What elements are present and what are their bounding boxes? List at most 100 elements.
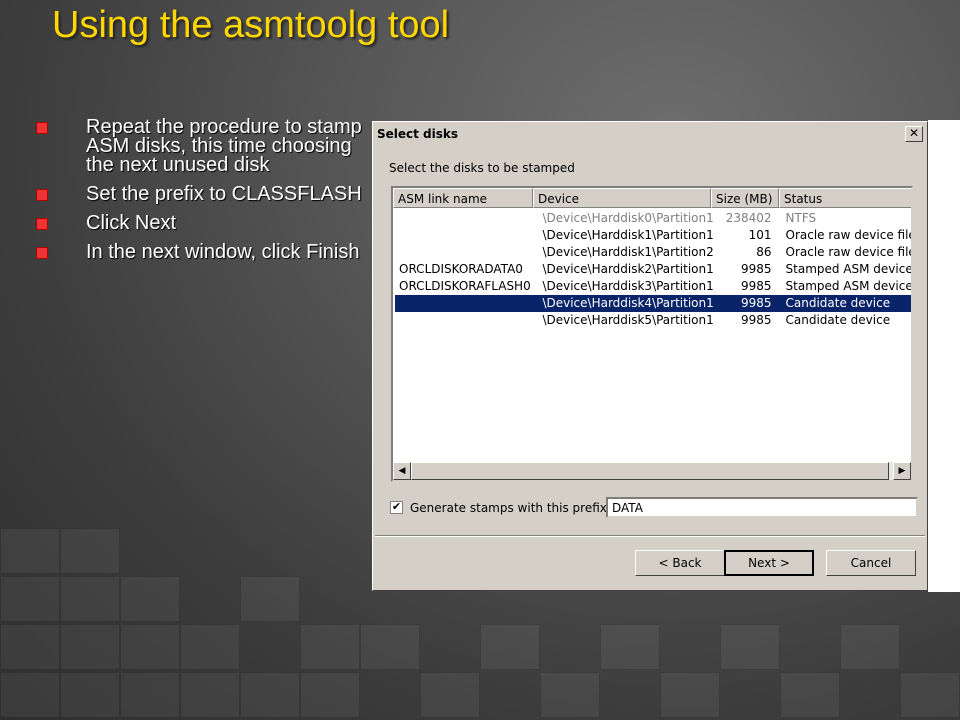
- horizontal-scrollbar[interactable]: ◀ ▶: [393, 462, 911, 480]
- bg-tile: [780, 672, 840, 718]
- bg-tile: [600, 624, 660, 670]
- column-header-asm-link-name[interactable]: ASM link name: [393, 188, 533, 208]
- bg-tile: [0, 528, 60, 574]
- checkmark-icon: ✔: [391, 500, 402, 513]
- separator: [375, 535, 925, 537]
- bg-tile: [300, 672, 360, 718]
- bg-tile: [60, 624, 120, 670]
- cell-device: \Device\Harddisk0\Partition1: [542, 211, 714, 225]
- screenshot-white-edge: [928, 120, 960, 592]
- generate-stamps-checkbox[interactable]: ✔: [390, 501, 403, 514]
- cell-asm: [395, 244, 538, 261]
- cell-asm: [395, 210, 538, 227]
- table-row[interactable]: \Device\Harddisk5\Partition1 9985 Candid…: [395, 312, 911, 329]
- bullet-text: Set the prefix to CLASSFLASH: [86, 183, 362, 205]
- cell-size: 9985: [740, 279, 772, 293]
- bullet-item: Click Next: [34, 212, 364, 234]
- bullet-text: In the next window, click Finish: [86, 241, 360, 263]
- bg-tile: [900, 672, 960, 718]
- table-row[interactable]: \Device\Harddisk1\Partition1 101 Oracle …: [395, 227, 911, 244]
- cell-device: \Device\Harddisk2\Partition1: [542, 262, 714, 276]
- scroll-right-button[interactable]: ▶: [893, 462, 911, 480]
- disk-list[interactable]: ASM link name Device Size (MB) Status \D…: [391, 186, 913, 482]
- bg-tile: [180, 624, 240, 670]
- bullet-square-icon: [36, 122, 48, 134]
- generate-stamps-label[interactable]: Generate stamps with this prefix: [410, 501, 607, 515]
- bg-tile: [240, 576, 300, 622]
- cell-status: NTFS: [785, 211, 817, 225]
- cell-status: Candidate device: [785, 296, 891, 310]
- bullet-square-icon: [36, 218, 48, 230]
- bg-tile: [60, 528, 120, 574]
- next-button[interactable]: Next >: [724, 550, 814, 576]
- cell-status: Oracle raw device file: [785, 228, 911, 242]
- bg-tile: [300, 624, 360, 670]
- cell-status: Stamped ASM device: [785, 279, 911, 293]
- cell-device: \Device\Harddisk1\Partition2: [542, 245, 714, 259]
- bullet-square-icon: [36, 247, 48, 259]
- cell-asm: [395, 227, 538, 244]
- bg-tile: [240, 672, 300, 718]
- cell-size: 9985: [740, 313, 772, 327]
- back-button[interactable]: < Back: [635, 550, 725, 576]
- column-header-size[interactable]: Size (MB): [711, 188, 779, 208]
- dialog-title: Select disks: [377, 127, 459, 141]
- arrow-left-icon: ◀: [398, 466, 406, 476]
- slide-title: Using the asmtoolg tool: [52, 4, 450, 46]
- table-row[interactable]: ORCLDISKORADATA0 \Device\Harddisk2\Parti…: [395, 261, 911, 278]
- cell-status: Oracle raw device file: [785, 245, 911, 259]
- bullet-text: Click Next: [86, 212, 177, 234]
- cell-asm: [395, 295, 538, 312]
- bg-tile: [120, 672, 180, 718]
- arrow-right-icon: ▶: [898, 466, 906, 476]
- column-header-status[interactable]: Status: [779, 188, 911, 208]
- list-header: ASM link name Device Size (MB) Status: [393, 188, 911, 208]
- cell-asm: [395, 312, 538, 329]
- table-row[interactable]: \Device\Harddisk0\Partition1 238402 NTFS: [395, 210, 911, 227]
- bg-tile: [720, 624, 780, 670]
- bg-tile: [0, 672, 60, 718]
- bg-tile: [0, 624, 60, 670]
- bg-tile: [120, 576, 180, 622]
- scrollbar-thumb[interactable]: [411, 462, 889, 480]
- scroll-left-button[interactable]: ◀: [393, 462, 411, 480]
- table-row[interactable]: \Device\Harddisk1\Partition2 86 Oracle r…: [395, 244, 911, 261]
- cell-device: \Device\Harddisk3\Partition1: [542, 279, 714, 293]
- bullet-list: Repeat the procedure to stamp ASM disks,…: [34, 117, 364, 272]
- bg-tile: [0, 576, 60, 622]
- cell-status: Candidate device: [785, 313, 891, 327]
- cell-size: 9985: [740, 262, 772, 276]
- table-row[interactable]: ORCLDISKORAFLASH0 \Device\Harddisk3\Part…: [395, 278, 911, 295]
- bg-tile: [360, 624, 420, 670]
- bg-tile: [60, 672, 120, 718]
- cell-asm: ORCLDISKORADATA0: [399, 262, 523, 276]
- column-header-device[interactable]: Device: [533, 188, 711, 208]
- bg-tile: [540, 672, 600, 718]
- cell-size: 238402: [725, 211, 772, 225]
- cell-device: \Device\Harddisk4\Partition1: [542, 296, 714, 310]
- bg-tile: [180, 672, 240, 718]
- bullet-item: Set the prefix to CLASSFLASH: [34, 183, 364, 205]
- bg-tile: [480, 624, 540, 670]
- cell-size: 101: [748, 228, 772, 242]
- cell-status: Stamped ASM device: [785, 262, 911, 276]
- close-icon: ✕: [908, 126, 920, 140]
- bg-tile: [660, 672, 720, 718]
- table-row-selected[interactable]: \Device\Harddisk4\Partition1 9985 Candid…: [394, 294, 911, 313]
- instruction-text: Select the disks to be stamped: [389, 161, 575, 175]
- bg-tile: [420, 672, 480, 718]
- cell-size: 9985: [740, 296, 772, 310]
- bullet-item: Repeat the procedure to stamp ASM disks,…: [34, 117, 364, 175]
- dialog-titlebar[interactable]: Select disks ✕: [375, 124, 925, 145]
- close-button[interactable]: ✕: [905, 126, 923, 142]
- bg-tile: [60, 576, 120, 622]
- bg-tile: [120, 624, 180, 670]
- prefix-input[interactable]: [606, 497, 918, 518]
- bg-tile: [840, 624, 900, 670]
- bullet-item: In the next window, click Finish: [34, 241, 364, 263]
- bullet-square-icon: [36, 189, 48, 201]
- cancel-button[interactable]: Cancel: [826, 550, 916, 576]
- cell-asm: ORCLDISKORAFLASH0: [399, 279, 531, 293]
- select-disks-dialog: Select disks ✕ Select the disks to be st…: [372, 121, 928, 591]
- cell-device: \Device\Harddisk1\Partition1: [542, 228, 714, 242]
